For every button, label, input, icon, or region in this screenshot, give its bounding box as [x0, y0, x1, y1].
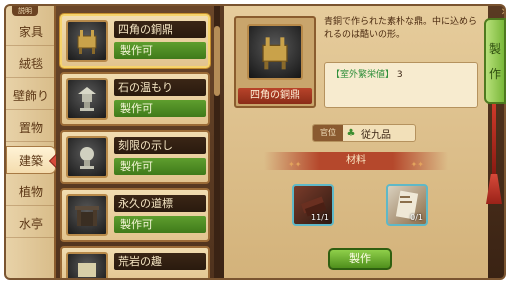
list-item[interactable]: 刻限の示し 製作可 — [60, 130, 210, 184]
material-slot-wood[interactable]: 11/1 — [292, 184, 334, 226]
category-tab-building[interactable]: 建築 — [6, 146, 64, 174]
item-name: 石の温もり — [114, 79, 206, 96]
crafting-window: 説明 家具 絨毯 壁飾り 置物 建築 植物 水亭 四角の銅鼎 製作可 石の温もり… — [4, 4, 506, 280]
category-tab-ornament[interactable]: 置物 — [6, 114, 56, 142]
stat-label: 【室外繁栄値】 — [331, 70, 395, 80]
item-name: 刻限の示し — [114, 137, 206, 154]
list-item[interactable]: 石の温もり 製作可 — [60, 72, 210, 126]
stone-lantern-icon — [66, 78, 108, 120]
ribbon-decoration — [492, 104, 496, 174]
list-item[interactable]: 四角の銅鼎 製作可 — [60, 14, 210, 68]
rock-icon — [66, 252, 108, 278]
material-count: 11/1 — [311, 213, 329, 222]
category-tab-water-pavilion[interactable]: 水亭 — [6, 210, 56, 238]
side-tab-label-1: 製 — [488, 42, 501, 56]
detail-panel: 四角の銅鼎 青銅で作られた素朴な鼎。中に込められるのは酷いの形。 【室外繁栄値】… — [224, 6, 488, 278]
materials-banner: ✦✦ 材料 ✦✦ — [264, 152, 448, 170]
category-sidebar: 説明 家具 絨毯 壁飾り 置物 建築 植物 水亭 — [6, 6, 64, 278]
help-tab[interactable]: 説明 — [12, 6, 38, 16]
craft-button[interactable]: 製作 — [328, 248, 392, 270]
rank-label: 官位 — [313, 125, 343, 141]
category-tab-furniture[interactable]: 家具 — [6, 18, 56, 46]
materials-title: 材料 — [346, 155, 366, 166]
list-item[interactable]: 荒岩の趣 — [60, 246, 210, 278]
rank-value: 従九品 — [361, 129, 391, 141]
preview-item-name: 四角の銅鼎 — [238, 88, 312, 104]
bronze-cauldron-icon — [247, 24, 303, 80]
banner-ornament-icon: ✦✦ — [288, 160, 302, 169]
item-name: 荒岩の趣 — [114, 253, 206, 270]
sundial-icon — [66, 136, 108, 178]
scrollbar-thumb[interactable] — [214, 26, 220, 96]
screen-frame: 説明 家具 絨毯 壁飾り 置物 建築 植物 水亭 四角の銅鼎 製作可 石の温もり… — [0, 0, 512, 283]
list-item[interactable]: 永久の道標 製作可 — [60, 188, 210, 242]
item-name: 四角の銅鼎 — [114, 21, 206, 38]
list-scrollbar[interactable] — [214, 6, 220, 278]
category-tab-plant[interactable]: 植物 — [6, 178, 56, 206]
stat-value: 3 — [396, 70, 403, 80]
item-description: 青銅で作られた素朴な鼎。中に込められるのは酷いの形。 — [324, 17, 478, 40]
item-list: 四角の銅鼎 製作可 石の温もり 製作可 刻限の示し 製作可 永久の道標 製作可 … — [56, 6, 220, 278]
category-tab-carpet[interactable]: 絨毯 — [6, 50, 56, 78]
category-tab-wall-decor[interactable]: 壁飾り — [6, 82, 56, 110]
item-name: 永久の道標 — [114, 195, 206, 212]
preview-box: 四角の銅鼎 — [234, 16, 316, 108]
side-tab-craft[interactable]: 製 作 — [484, 18, 506, 104]
bronze-cauldron-icon — [66, 20, 108, 62]
item-status: 製作可 — [114, 216, 206, 233]
item-status: 製作可 — [114, 42, 206, 59]
banner-ornament-icon: ✦✦ — [410, 160, 424, 169]
item-status: 製作可 — [114, 158, 206, 175]
rank-icon: ♣ — [346, 127, 356, 139]
rank-requirement: 官位 ♣ 従九品 — [312, 124, 416, 142]
side-tab-label-2: 作 — [488, 67, 501, 81]
material-slot-scroll[interactable]: 0/1 — [386, 184, 428, 226]
gate-icon — [66, 194, 108, 236]
stat-box: 【室外繁栄値】 3 — [324, 62, 478, 108]
category-tab-building-label: 建築 — [18, 154, 43, 168]
material-count: 0/1 — [410, 213, 423, 222]
item-status: 製作可 — [114, 100, 206, 117]
